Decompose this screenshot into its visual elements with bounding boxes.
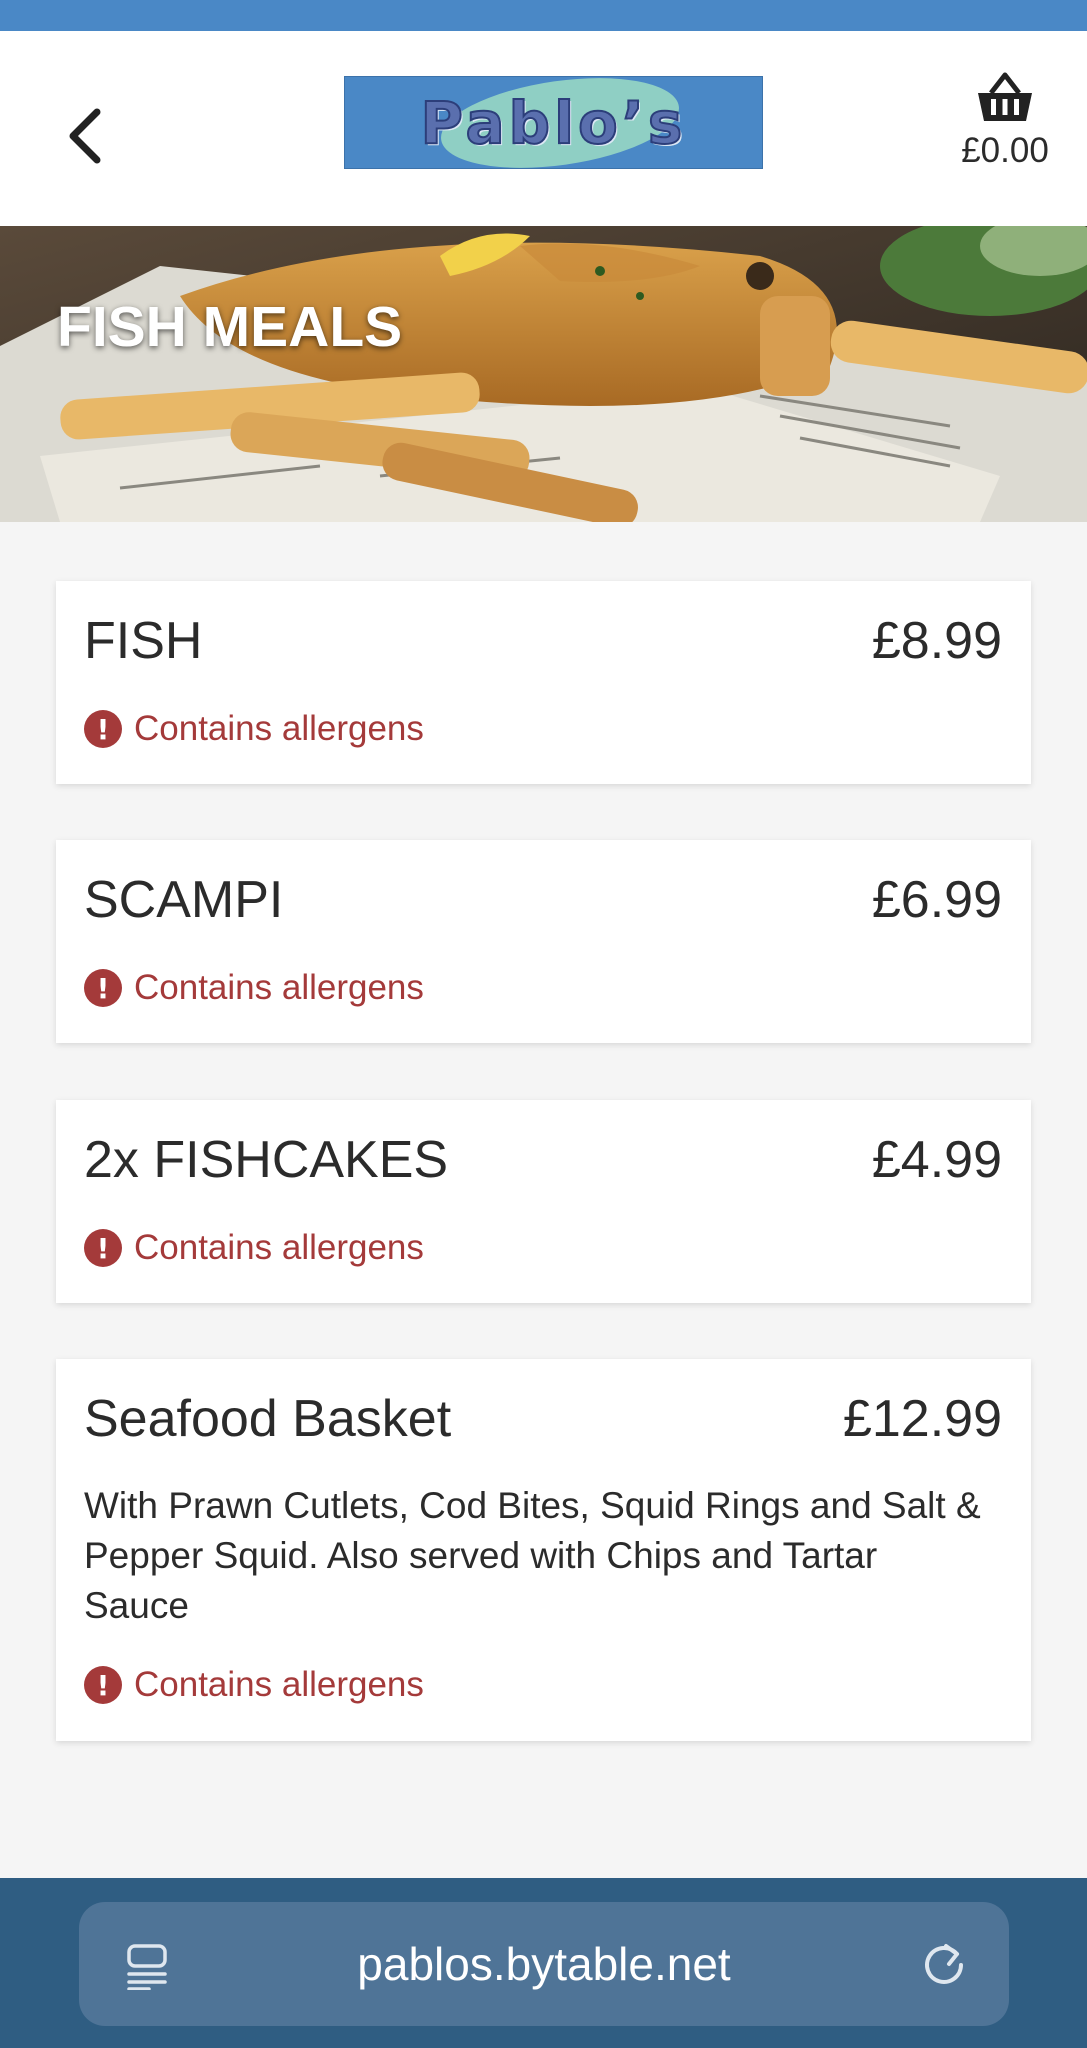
- top-accent-strip: [0, 0, 1087, 31]
- category-title: FISH MEALS: [57, 295, 403, 359]
- exclamation-circle-icon: !: [84, 1666, 122, 1704]
- fish-and-chips-photo: [0, 226, 1087, 522]
- item-description: With Prawn Cutlets, Cod Bites, Squid Rin…: [84, 1485, 981, 1626]
- allergen-notice[interactable]: ! Contains allergens: [84, 968, 424, 1008]
- reload-icon[interactable]: [919, 1940, 969, 1990]
- exclamation-circle-icon: !: [84, 710, 122, 748]
- allergen-label: Contains allergens: [134, 709, 424, 748]
- exclamation-circle-icon: !: [84, 969, 122, 1007]
- allergen-notice[interactable]: ! Contains allergens: [84, 1665, 424, 1705]
- logo-text: Pablo’s: [420, 88, 687, 158]
- menu-item-card[interactable]: Seafood Basket £12.99 With Prawn Cutlets…: [56, 1359, 1031, 1741]
- cart-total: £0.00: [961, 131, 1049, 170]
- allergen-notice[interactable]: ! Contains allergens: [84, 1228, 424, 1268]
- item-price: £4.99: [871, 1131, 1002, 1189]
- menu-item-card[interactable]: SCAMPI £6.99 ! Contains allergens: [56, 840, 1031, 1043]
- url-field[interactable]: pablos.bytable.net: [79, 1902, 1009, 2026]
- cart-button[interactable]: £0.00: [950, 71, 1060, 216]
- item-price: £6.99: [871, 871, 1002, 929]
- item-name: FISH: [84, 612, 203, 670]
- item-name: Seafood Basket: [84, 1390, 452, 1448]
- exclamation-circle-icon: !: [84, 1229, 122, 1267]
- back-button[interactable]: [55, 101, 115, 171]
- allergen-label: Contains allergens: [134, 968, 424, 1007]
- item-name: SCAMPI: [84, 871, 284, 929]
- app-header: Pablo’s £0.00: [0, 31, 1087, 226]
- restaurant-logo[interactable]: Pablo’s: [344, 76, 763, 169]
- item-name: 2x FISHCAKES: [84, 1131, 449, 1189]
- menu-item-card[interactable]: 2x FISHCAKES £4.99 ! Contains allergens: [56, 1100, 1031, 1303]
- menu-item-card[interactable]: FISH £8.99 ! Contains allergens: [56, 581, 1031, 784]
- url-text: pablos.bytable.net: [357, 1938, 731, 1990]
- category-banner: FISH MEALS: [0, 226, 1087, 522]
- browser-address-bar: pablos.bytable.net: [0, 1878, 1087, 2048]
- chevron-left-icon: [69, 108, 101, 164]
- allergen-label: Contains allergens: [134, 1228, 424, 1267]
- allergen-label: Contains allergens: [134, 1665, 424, 1704]
- item-price: £8.99: [871, 612, 1002, 670]
- allergen-notice[interactable]: ! Contains allergens: [84, 709, 424, 749]
- basket-icon: [978, 72, 1032, 121]
- item-price: £12.99: [842, 1390, 1002, 1448]
